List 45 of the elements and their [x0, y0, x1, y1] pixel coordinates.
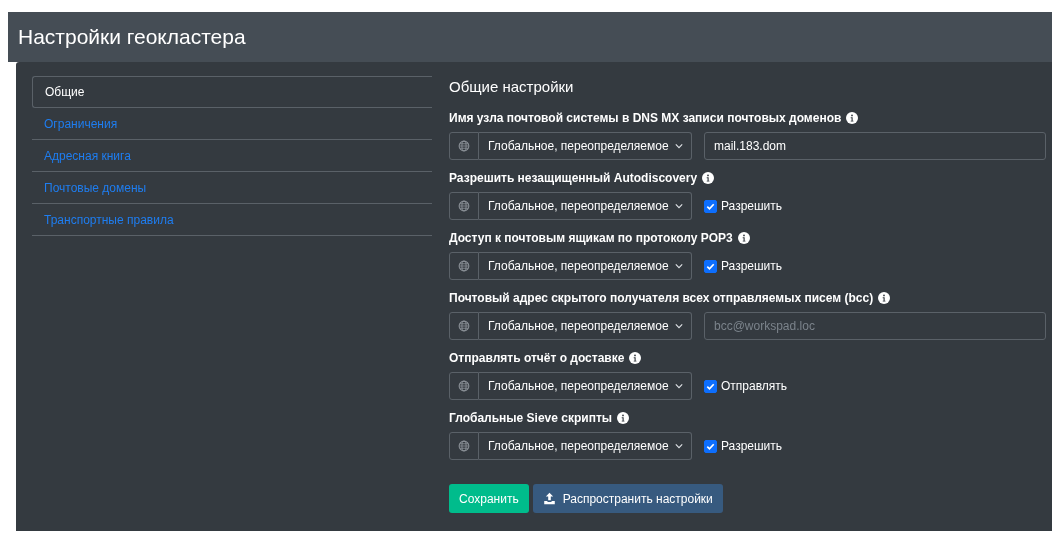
- page-title: Настройки геокластера: [18, 25, 246, 49]
- checkbox-label: Разрешить: [721, 199, 783, 213]
- globe-icon: [458, 440, 470, 452]
- chevron-down-icon: [675, 383, 683, 389]
- chevron-down-icon: [675, 323, 683, 329]
- setting-label: Отправлять отчёт о доставке: [449, 351, 625, 365]
- scope-select[interactable]: Глобальное, переопределяемое: [479, 252, 692, 280]
- distribute-button[interactable]: Распространить настройки: [532, 484, 723, 513]
- setting-label: Глобальные Sieve скрипты: [449, 411, 613, 425]
- text-field[interactable]: bcc@workspad.loc: [704, 312, 1046, 340]
- globe-icon: [458, 260, 470, 272]
- scope-select[interactable]: Глобальное, переопределяемое: [479, 132, 692, 160]
- section-title: Общие настройки: [449, 78, 575, 95]
- chevron-down-icon: [675, 203, 683, 209]
- checkbox-label: Разрешить: [721, 439, 783, 453]
- info-icon[interactable]: [702, 172, 715, 184]
- checkbox[interactable]: [704, 379, 717, 393]
- scope-select[interactable]: Глобальное, переопределяемое: [479, 432, 692, 460]
- setting-label: Доступ к почтовым ящикам по протоколу POP3: [449, 231, 733, 245]
- setting-label: Почтовый адрес скрытого получателя всех отправляемых писем (bcc): [449, 291, 874, 305]
- setting-label: Разрешить незащищенный Autodiscovery: [449, 171, 698, 185]
- info-icon[interactable]: [617, 412, 630, 424]
- setting-label: Имя узла почтовой системы в DNS MX записи почтовых доменов: [449, 111, 842, 125]
- info-icon[interactable]: [846, 112, 859, 124]
- globe-icon: [458, 380, 470, 392]
- checkbox[interactable]: [704, 259, 717, 273]
- checkbox-label: Отправлять: [721, 379, 788, 393]
- info-icon[interactable]: [878, 292, 891, 304]
- info-icon[interactable]: [629, 352, 642, 364]
- globe-icon: [458, 140, 470, 152]
- checkbox[interactable]: [704, 439, 717, 453]
- checkbox-label: Разрешить: [721, 259, 783, 273]
- chevron-down-icon: [675, 443, 683, 449]
- upload-icon: [542, 492, 556, 505]
- scope-select[interactable]: Глобальное, переопределяемое: [479, 312, 692, 340]
- info-icon[interactable]: [737, 232, 750, 244]
- text-field[interactable]: mail.183.dom: [704, 132, 1046, 160]
- checkbox[interactable]: [704, 199, 717, 213]
- globe-icon: [458, 200, 470, 212]
- chevron-down-icon: [675, 263, 683, 269]
- scope-select[interactable]: Глобальное, переопределяемое: [479, 372, 692, 400]
- chevron-down-icon: [675, 143, 683, 149]
- nav-tab[interactable]: Общие: [32, 76, 432, 108]
- scope-select[interactable]: Глобальное, переопределяемое: [479, 192, 692, 220]
- globe-icon: [458, 320, 470, 332]
